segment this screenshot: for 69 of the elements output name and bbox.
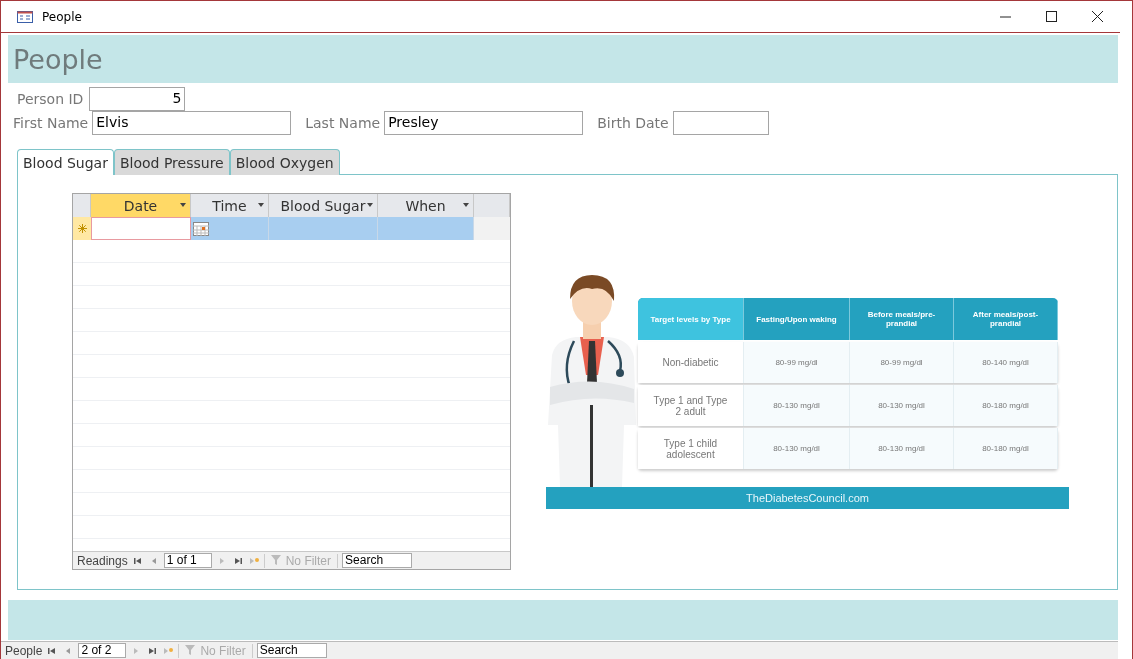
dropdown-caret-icon[interactable] bbox=[180, 203, 186, 207]
row-filler bbox=[474, 217, 510, 240]
filter-icon bbox=[185, 645, 198, 656]
tab[interactable]: Blood Sugar bbox=[17, 149, 114, 175]
record-number-field[interactable]: 1 of 1 bbox=[163, 553, 212, 568]
table-cell: 80-130 mg/dl bbox=[744, 428, 850, 469]
search-field[interactable]: Search bbox=[342, 553, 413, 568]
navigation-label: People bbox=[5, 643, 43, 658]
column-header[interactable]: Time bbox=[191, 194, 269, 217]
new-record-icon[interactable] bbox=[248, 556, 259, 565]
header-filler bbox=[474, 194, 510, 217]
table-cell: Type 1 child adolescent bbox=[638, 428, 744, 469]
next-record-icon[interactable] bbox=[133, 646, 140, 655]
table-cell[interactable] bbox=[378, 217, 474, 240]
column-header: After meals/post-prandial bbox=[954, 298, 1058, 340]
form-icon bbox=[17, 10, 33, 23]
column-header[interactable]: When bbox=[378, 194, 474, 217]
last-record-icon[interactable] bbox=[233, 556, 242, 565]
column-header[interactable]: Date bbox=[91, 194, 191, 217]
close-icon bbox=[1091, 11, 1103, 22]
input-field[interactable]: Elvis bbox=[92, 111, 292, 135]
next-record-icon[interactable] bbox=[218, 556, 225, 565]
new-record-icon[interactable] bbox=[163, 646, 174, 655]
column-header: Before meals/pre-prandial bbox=[850, 298, 954, 340]
table-cell[interactable] bbox=[191, 217, 269, 240]
filter-icon bbox=[270, 555, 283, 566]
table-cell: 80-130 mg/dl bbox=[744, 385, 850, 426]
dropdown-caret-icon[interactable] bbox=[367, 203, 373, 207]
table-cell: 80-130 mg/dl bbox=[850, 385, 954, 426]
first-record-icon[interactable] bbox=[133, 556, 142, 565]
form-title: People bbox=[13, 43, 103, 75]
table-cell[interactable] bbox=[269, 217, 378, 240]
search-field[interactable]: Search bbox=[256, 643, 327, 658]
tab[interactable]: Blood Oxygen bbox=[229, 149, 340, 175]
dropdown-caret-icon[interactable] bbox=[258, 203, 264, 207]
navigation-label: Readings bbox=[77, 553, 128, 568]
table-cell: Non-diabetic bbox=[638, 342, 744, 383]
table-cell: 80-140 mg/dl bbox=[954, 342, 1058, 383]
new-row-selector[interactable] bbox=[73, 217, 91, 240]
first-record-icon[interactable] bbox=[48, 646, 57, 655]
record-number-field[interactable]: 2 of 2 bbox=[78, 643, 127, 658]
column-header: Target levels by Type bbox=[638, 298, 744, 340]
input-field[interactable]: Presley bbox=[384, 111, 584, 135]
table-cell: 80-130 mg/dl bbox=[850, 428, 954, 469]
field-label: Person ID bbox=[17, 91, 84, 107]
column-header: Fasting/Upon waking bbox=[744, 298, 850, 340]
table-cell: Type 1 and Type 2 adult bbox=[638, 385, 744, 426]
window-title: People bbox=[42, 9, 82, 24]
table-cell[interactable] bbox=[91, 217, 191, 240]
table-cell: 80-99 mg/dl bbox=[850, 342, 954, 383]
tab[interactable]: Blood Pressure bbox=[113, 149, 230, 175]
dropdown-caret-icon[interactable] bbox=[463, 203, 469, 207]
last-record-icon[interactable] bbox=[148, 646, 157, 655]
asterisk-icon bbox=[77, 224, 87, 233]
column-header[interactable]: Blood Sugar bbox=[269, 194, 378, 217]
input-field[interactable]: 5 bbox=[89, 87, 186, 111]
previous-record-icon[interactable] bbox=[65, 646, 72, 655]
field-label: Last Name bbox=[305, 115, 381, 131]
table-cell: 80-99 mg/dl bbox=[744, 342, 850, 383]
calendar-icon[interactable] bbox=[193, 221, 209, 236]
table-cell: 80-180 mg/dl bbox=[954, 385, 1058, 426]
select-all-corner[interactable] bbox=[73, 194, 91, 217]
field-label: Birth Date bbox=[597, 115, 669, 131]
input-field[interactable] bbox=[672, 111, 769, 135]
maximize-icon bbox=[1045, 11, 1057, 22]
table-cell: 80-180 mg/dl bbox=[954, 428, 1058, 469]
field-label: First Name bbox=[13, 115, 89, 131]
website-banner: TheDiabetesCouncil.com bbox=[546, 487, 1069, 509]
previous-record-icon[interactable] bbox=[150, 556, 157, 565]
